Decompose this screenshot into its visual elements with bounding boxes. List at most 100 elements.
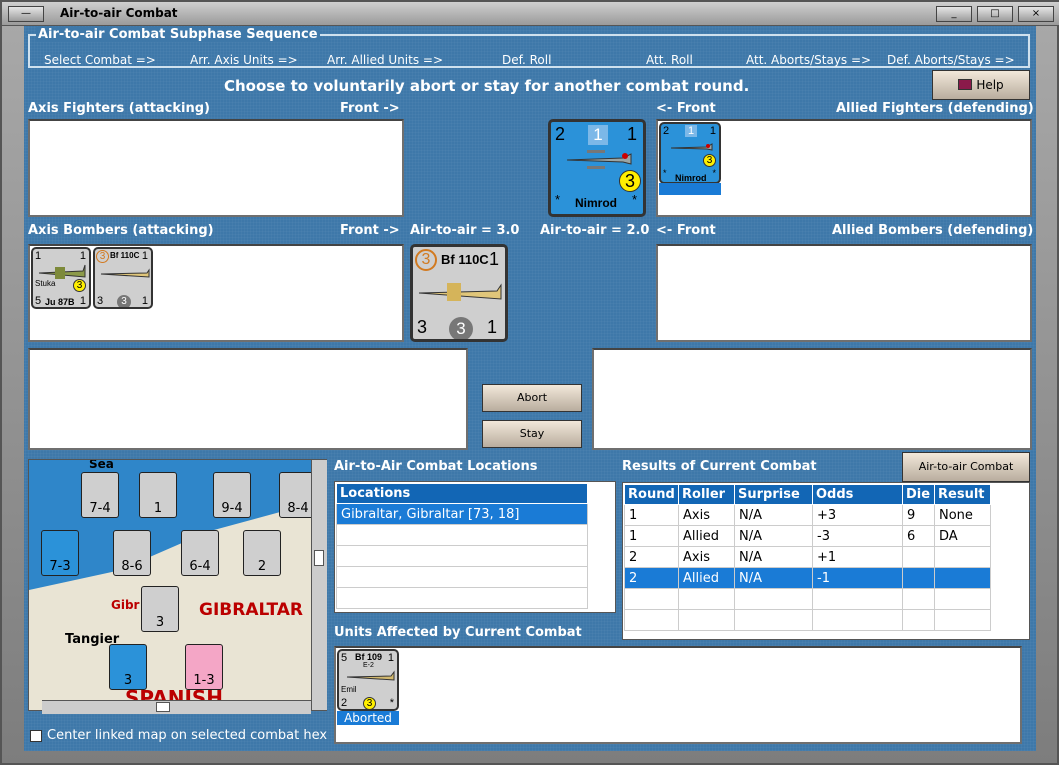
unit-value: 8-6: [121, 559, 143, 574]
allied-fighter-counter-small[interactable]: 2 1 1 3 * Nimrod *: [659, 122, 721, 184]
combat-panel: Air-to-air Combat Subphase Sequence Sele…: [24, 26, 1036, 751]
results-title: Results of Current Combat: [622, 459, 817, 474]
result-cell: Axis: [678, 546, 735, 568]
counter-name: Nimrod: [675, 173, 707, 183]
counter-bl: 3: [97, 295, 104, 307]
stay-button[interactable]: Stay: [482, 420, 582, 448]
locations-list[interactable]: Locations Gibraltar, Gibraltar [73, 18]: [334, 481, 616, 613]
step-def-aborts: Def. Aborts/Stays =>: [887, 53, 1015, 67]
scroll-thumb[interactable]: [314, 550, 324, 566]
axis-bomber-counter-bf110c[interactable]: 3 Bf 110C 1 3 3 1: [93, 247, 153, 309]
result-row[interactable]: [624, 588, 991, 610]
center-map-checkbox[interactable]: [30, 730, 42, 742]
linked-map[interactable]: Sea Gibr GIBRALTAR Tangier SPANISH 7-4 1…: [28, 459, 327, 711]
counter-br: 1: [486, 317, 497, 337]
counter-tr: 1: [709, 125, 716, 137]
map-unit[interactable]: 6-4: [181, 530, 219, 576]
axis-fighters-box[interactable]: [28, 119, 404, 217]
result-cell: [734, 588, 813, 610]
allied-fighters-box[interactable]: 2 1 1 3 * Nimrod *: [656, 119, 1032, 217]
result-cell: 1: [624, 504, 679, 526]
counter-tr: 1: [626, 124, 637, 144]
map-unit[interactable]: 8-6: [113, 530, 151, 576]
system-menu-button[interactable]: —: [8, 6, 44, 22]
aborted-status: Aborted: [337, 711, 399, 725]
map-unit[interactable]: 7-3: [41, 530, 79, 576]
result-cell: Allied: [678, 567, 735, 589]
air-combat-chart-button[interactable]: Air-to-air Combat Chart: [902, 452, 1030, 501]
axis-bomber-counter-stuka[interactable]: 1 1 Stuka 3 5 Ju 87B 1: [31, 247, 91, 309]
result-cell: N/A: [734, 525, 813, 547]
result-cell: [624, 588, 679, 610]
title-bar: — Air-to-air Combat _ □ ×: [2, 2, 1059, 26]
location-row[interactable]: [336, 524, 588, 546]
counter-top-box: 1: [685, 125, 697, 137]
result-cell: 1: [624, 525, 679, 547]
allied-fighter-counter-large[interactable]: 2 1 1 3 * Nimrod *: [548, 119, 646, 217]
map-unit[interactable]: 3: [109, 644, 147, 690]
biplane-icon: [566, 150, 632, 169]
abort-button[interactable]: Abort: [482, 384, 582, 412]
result-cell: [624, 609, 679, 631]
map-unit[interactable]: 9-4: [213, 472, 251, 518]
counter-tl: 2: [555, 124, 566, 144]
bf110-icon: [100, 268, 150, 278]
map-horizontal-scrollbar[interactable]: [42, 700, 311, 714]
scroll-thumb[interactable]: [156, 702, 170, 712]
result-cell: [678, 588, 735, 610]
result-row[interactable]: 1 Allied N/A -3 6 DA: [624, 525, 991, 547]
result-cell: [812, 609, 903, 631]
location-row[interactable]: Gibraltar, Gibraltar [73, 18]: [336, 503, 588, 525]
result-cell: [934, 609, 991, 631]
result-cell: [812, 588, 903, 610]
minimize-button[interactable]: _: [936, 6, 972, 22]
counter-bl: 5: [35, 295, 42, 307]
help-button[interactable]: Help: [932, 70, 1030, 100]
result-cell: [678, 609, 735, 631]
result-row[interactable]: 2 Axis N/A +1: [624, 546, 991, 568]
unit-value: 9-4: [221, 501, 243, 516]
front-right-label-2: Front ->: [340, 223, 400, 238]
col-roller: Roller: [678, 484, 735, 505]
counter-left: Emil: [341, 685, 357, 694]
affected-units-box[interactable]: 5 Bf 109 E-2 1 Emil 2 3 * Aborted: [334, 646, 1022, 744]
maximize-button[interactable]: □: [977, 6, 1013, 22]
location-row[interactable]: [336, 566, 588, 588]
location-row[interactable]: [336, 545, 588, 567]
axis-extra-box[interactable]: [28, 348, 468, 450]
result-cell: [902, 546, 935, 568]
locations-title: Air-to-Air Combat Locations: [334, 459, 538, 474]
axis-air-to-air-value: Air-to-air = 3.0: [410, 223, 520, 238]
counter-tr: 1: [488, 249, 499, 269]
result-row[interactable]: [624, 609, 991, 631]
map-sea-label: Sea: [89, 459, 114, 471]
selection-bar: [659, 183, 721, 195]
close-button[interactable]: ×: [1018, 6, 1054, 22]
result-row[interactable]: 1 Axis N/A +3 9 None: [624, 504, 991, 526]
allied-fighters-label: Allied Fighters (defending): [836, 101, 1034, 116]
col-result: Result: [934, 484, 991, 505]
locations-header: Locations: [336, 483, 588, 504]
biplane-icon: [670, 143, 713, 151]
unit-value: 3: [155, 615, 165, 630]
allied-extra-box[interactable]: [592, 348, 1032, 450]
map-unit[interactable]: 7-4: [81, 472, 119, 518]
counter-tl: 5: [341, 652, 348, 664]
map-unit[interactable]: 3: [141, 586, 179, 632]
counter-sub: Stuka: [35, 279, 56, 288]
counter-bl: 3: [417, 317, 428, 337]
counter-top-box: 1: [588, 125, 608, 145]
axis-counter-large[interactable]: 3 Bf 110C 1 3 3 1: [410, 244, 508, 342]
step-arr-axis: Arr. Axis Units =>: [190, 53, 298, 67]
map-unit[interactable]: 2: [243, 530, 281, 576]
axis-bombers-box[interactable]: 1 1 Stuka 3 5 Ju 87B 1 3 Bf 110C 1 3 3 1: [28, 244, 404, 342]
location-row[interactable]: [336, 587, 588, 609]
result-row[interactable]: 2 Allied N/A -1: [624, 567, 991, 589]
map-unit[interactable]: 1: [139, 472, 177, 518]
affected-unit-counter[interactable]: 5 Bf 109 E-2 1 Emil 2 3 *: [337, 649, 399, 711]
map-unit[interactable]: 1-3: [185, 644, 223, 690]
map-vertical-scrollbar[interactable]: [311, 460, 327, 710]
window-title: Air-to-air Combat: [60, 6, 178, 20]
allied-bombers-box[interactable]: [656, 244, 1032, 342]
counter-br: 1: [141, 295, 148, 307]
